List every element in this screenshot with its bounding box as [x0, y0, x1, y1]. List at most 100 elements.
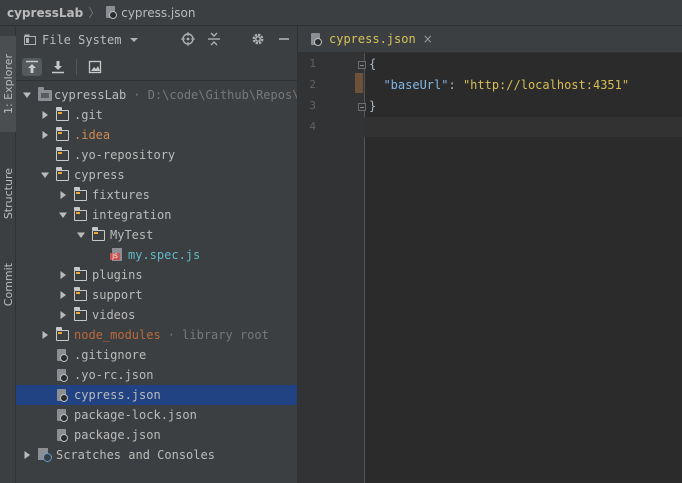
hide-panel-icon[interactable] — [277, 32, 291, 46]
chevron-right-icon[interactable] — [58, 270, 68, 280]
tree-item-label: .gitignore — [74, 348, 147, 362]
line-number: 1 — [309, 57, 316, 70]
editor-gutter — [298, 53, 365, 483]
panel-title[interactable]: File System — [42, 33, 121, 47]
tree-row-yo-repository[interactable]: .yo-repository — [16, 145, 297, 165]
tree-row-package-lock-json[interactable]: package-lock.json — [16, 405, 297, 425]
tree-item-label: cypressLab — [54, 88, 127, 102]
file-icon — [56, 368, 72, 382]
tree-row-my-spec-js[interactable]: JS my.spec.js — [16, 245, 297, 265]
tree-row-cypresslab[interactable]: cypressLab · D:\code\Github\Repos\cypress… — [16, 85, 298, 105]
line-number: 3 — [309, 99, 316, 112]
navigation-bar: cypressLab 〉 cypress.json — [0, 0, 682, 26]
tree-row-scratches-and-consoles[interactable]: Scratches and Consoles — [16, 445, 297, 465]
chevron-right-icon[interactable] — [40, 110, 50, 120]
folder-icon — [73, 186, 90, 202]
tree-item-label: .yo-rc.json — [74, 368, 154, 382]
json-colon: : — [448, 78, 463, 92]
chevron-down-icon[interactable] — [40, 170, 50, 180]
breadcrumb-separator-icon: 〉 — [88, 6, 101, 20]
tree-item-label: videos — [92, 308, 136, 322]
chevron-right-icon[interactable] — [40, 130, 50, 140]
tree-item-label: fixtures — [92, 188, 150, 202]
code-line-2[interactable]: "baseUrl": "http://localhost:4351" — [369, 78, 629, 92]
line-number: 4 — [309, 120, 316, 133]
tree-item-hint: · D:\code\Github\Repos\cypressLab — [133, 88, 298, 102]
tree-row-plugins[interactable]: plugins — [16, 265, 297, 285]
json-file-icon — [310, 32, 322, 46]
tree-row-package-json[interactable]: package.json — [16, 425, 297, 445]
json-file-icon — [105, 6, 118, 19]
rail-tab-explorer[interactable]: 1: Explorer — [0, 36, 16, 132]
chevron-right-icon[interactable] — [58, 310, 68, 320]
rail-tab-commit[interactable]: Commit — [0, 254, 16, 316]
tree-row-idea[interactable]: .idea — [16, 125, 297, 145]
collapse-all-icon[interactable] — [207, 32, 221, 46]
folder-icon — [91, 226, 108, 242]
chevron-right-icon[interactable] — [58, 190, 68, 200]
folder-icon — [73, 266, 90, 282]
tree-row-node-modules[interactable]: node_modules · library root — [16, 325, 297, 345]
tab-cypress-json[interactable]: cypress.json × — [298, 26, 436, 52]
tree-row-git[interactable]: .git — [16, 105, 297, 125]
tree-item-label: plugins — [92, 268, 143, 282]
tree-item-label: Scratches and Consoles — [56, 448, 215, 462]
breadcrumb-file[interactable]: cypress.json — [121, 6, 195, 20]
folder-icon — [73, 206, 90, 222]
fold-marker-icon[interactable] — [358, 103, 366, 111]
json-value: "http://localhost:4351" — [462, 78, 630, 92]
chevron-down-icon[interactable] — [58, 210, 68, 220]
brace-open: { — [369, 57, 377, 71]
gear-icon[interactable] — [251, 32, 265, 46]
folder-icon — [55, 326, 72, 342]
code-line-1[interactable]: { — [369, 57, 376, 71]
rail-tab-structure[interactable]: Structure — [0, 154, 16, 234]
fold-marker-icon[interactable] — [358, 61, 366, 69]
tree-item-hint: · library root — [167, 328, 269, 342]
panel-toolbar — [16, 54, 297, 81]
breadcrumb-project[interactable]: cypressLab — [7, 6, 83, 20]
chevron-right-icon[interactable] — [40, 330, 50, 340]
code-line-3[interactable]: } — [369, 99, 376, 113]
chevron-down-icon[interactable] — [76, 230, 86, 240]
image-button[interactable] — [85, 58, 105, 76]
rail-tab-structure-label: Structure — [1, 168, 15, 220]
chevron-right-icon[interactable] — [58, 290, 68, 300]
tree-row-cypress-json[interactable]: cypress.json — [16, 385, 297, 405]
file-icon — [56, 348, 72, 362]
tree-row-integration[interactable]: integration — [16, 205, 297, 225]
json-key: "baseUrl" — [383, 78, 449, 92]
tree-row-videos[interactable]: videos — [16, 305, 297, 325]
chevron-right-icon[interactable] — [22, 450, 32, 460]
tree-row-yo-rc-json[interactable]: .yo-rc.json — [16, 365, 297, 385]
brace-close: } — [369, 99, 377, 113]
tree-row-mytest[interactable]: MyTest — [16, 225, 297, 245]
tree-row-cypress[interactable]: cypress — [16, 165, 297, 185]
toolbar-divider — [76, 59, 77, 75]
tool-window-rail: 1: Explorer Structure Commit — [0, 26, 16, 483]
tree-row-gitignore[interactable]: .gitignore — [16, 345, 297, 365]
tree-row-support[interactable]: support — [16, 285, 297, 305]
image-icon — [88, 60, 102, 74]
chevron-down-icon[interactable] — [22, 90, 32, 100]
editor-area: cypress.json × 1 2 3 4 { "baseUrl": "htt… — [298, 26, 682, 483]
scratches-icon — [38, 448, 54, 462]
panel-view-dropdown-icon[interactable] — [129, 36, 139, 44]
download-icon — [52, 61, 64, 74]
close-icon[interactable]: × — [423, 32, 433, 46]
tree-row-fixtures[interactable]: fixtures — [16, 185, 297, 205]
panel-folder-icon — [24, 34, 36, 45]
download-button[interactable] — [48, 58, 68, 76]
folder-icon — [55, 126, 72, 142]
tree-item-label: support — [92, 288, 143, 302]
tree-item-label: node_modules — [74, 328, 161, 342]
tree-item-label: package.json — [74, 428, 161, 442]
upload-button[interactable] — [22, 58, 42, 76]
folder-icon — [73, 286, 90, 302]
file-system-panel: File System cypressLab · D:\code\Github\… — [16, 26, 298, 483]
locate-file-icon[interactable] — [181, 32, 195, 46]
